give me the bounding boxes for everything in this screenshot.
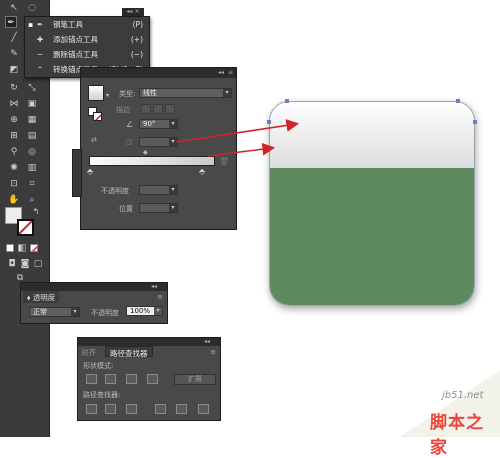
watermark-brand: 脚本之家 — [430, 413, 484, 458]
watermark-logo: jb51.net 脚本之家 — [380, 370, 500, 458]
watermark-site: jb51.net — [442, 390, 484, 401]
red-arrow-1 — [175, 119, 300, 143]
red-arrow-2 — [207, 142, 276, 157]
